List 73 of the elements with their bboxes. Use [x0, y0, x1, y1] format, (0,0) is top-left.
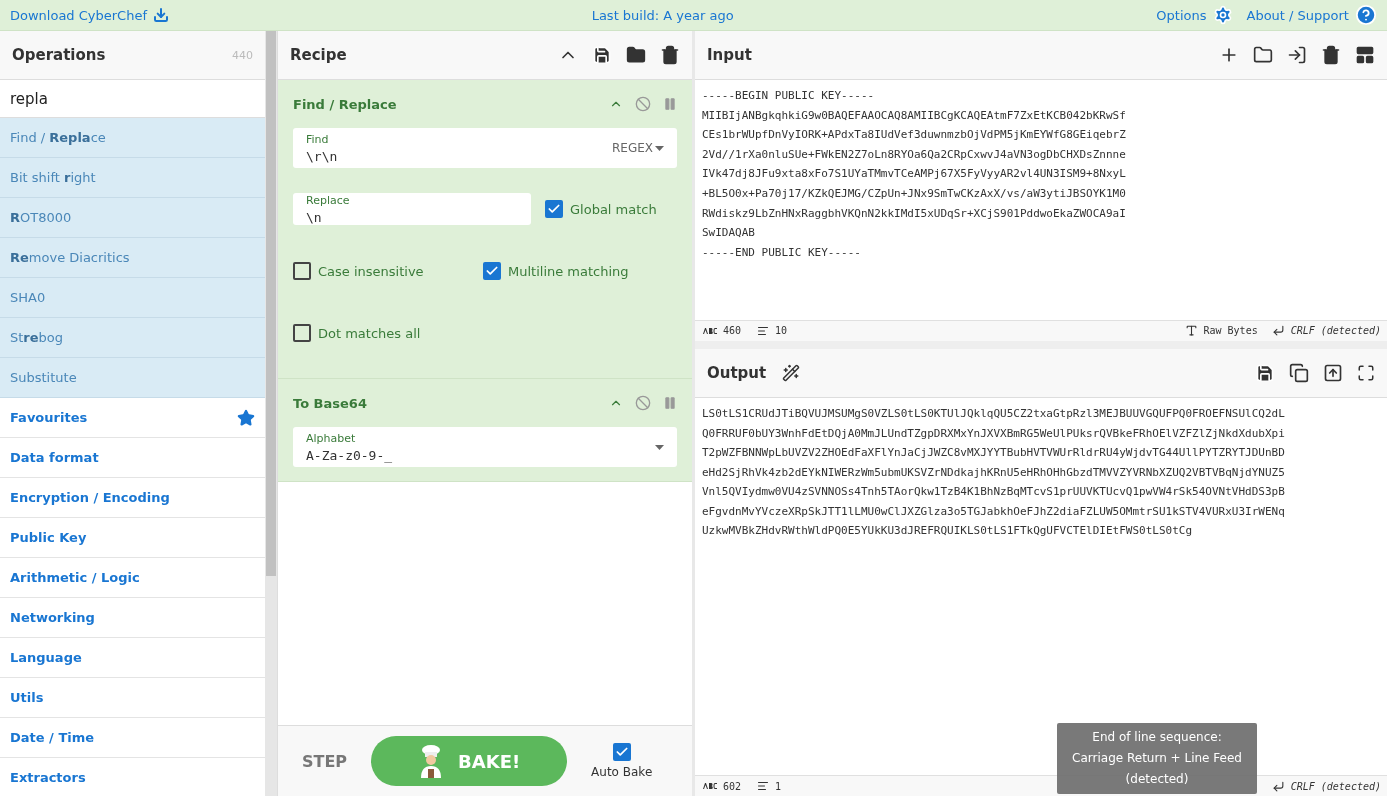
checkbox[interactable]	[612, 743, 631, 761]
category-item[interactable]: Favourites	[0, 398, 265, 438]
save-icon[interactable]	[1255, 362, 1275, 383]
layout-icon[interactable]	[1355, 45, 1375, 65]
save-icon[interactable]	[592, 45, 612, 65]
operation-item[interactable]: Remove Diacritics	[0, 238, 265, 278]
find-field[interactable]: Find \r\n REGEX	[293, 128, 677, 168]
option-label: Case insensitive	[318, 263, 424, 279]
input-text[interactable]: -----BEGIN PUBLIC KEY----- MIIBIjANBgkqhkiG9w0BAQEFAAOCAQ8AMIIBCgKCAQEAtmF7ZxEtKCB042bKRwSf CEs1brWUpfDnVyIORK+APdxTa8IUdVef3duwnmzbOjVdPM5jKmEYWfG8GEiqebrZ 2Vd//1rXa0nluSUe+FWkEN2Z7oLn8RYOa6Qa2CRpCxwvJ4aVN3ogDbCHXDsZnnne IVk47dj8JFu9xta8xFo7S1UYaTMmvTCeAMPj67X5FyVyyAR2vl4UN3ISM9+8NxyL +BL5O0x+Pa70j17/KZkQEJMG/CZpUn+JNx9SmTwCKzAxX/vs/aW3ytiJBSOYK1M0 RWdiskz9LbZnHNxRaggbhVKQnN2kkIMdI5xUDqSr+XCjS901PddwoEkaZWOCA9aI SwIDAQAB -----END PUBLIC KEY-----	[695, 80, 1387, 320]
maximize-icon[interactable]	[1357, 363, 1375, 382]
copy-icon[interactable]	[1289, 362, 1309, 383]
replace-field[interactable]: Replace \n	[293, 193, 531, 225]
panel-title: Output	[707, 363, 767, 382]
download-icon	[153, 7, 169, 23]
alphabet-dropdown[interactable]: Alphabet A-Za-z0-9-_	[293, 427, 677, 467]
mode-dropdown[interactable]: REGEX	[611, 141, 664, 155]
check-icon	[547, 202, 561, 216]
check-icon	[485, 264, 499, 278]
option-label: Dot matches all	[318, 325, 421, 341]
caret-icon	[655, 444, 664, 450]
line-count: 1	[775, 780, 782, 792]
import-icon[interactable]	[1287, 45, 1307, 65]
operation-item[interactable]: ROT8000	[0, 198, 265, 238]
eol-label[interactable]: CRLF (detected)	[1290, 780, 1381, 792]
characters-icon	[703, 327, 717, 334]
download-link[interactable]: Download CyberChef	[10, 7, 169, 23]
checkbox[interactable]	[293, 324, 311, 342]
eol-label[interactable]: CRLF (detected)	[1290, 325, 1381, 337]
checkbox[interactable]	[545, 200, 563, 218]
trash-icon[interactable]	[660, 45, 680, 65]
operation-count: 440	[232, 48, 253, 62]
operation-title: Find / Replace	[293, 96, 397, 112]
settings-icon	[1212, 5, 1233, 25]
checkbox[interactable]	[483, 262, 501, 280]
return-icon	[1271, 324, 1285, 338]
option-label: Multiline matching	[508, 263, 629, 279]
operation-item[interactable]: Substitute	[0, 358, 265, 398]
return-icon	[1271, 779, 1285, 793]
checkbox[interactable]	[293, 262, 311, 280]
lines-icon	[757, 780, 770, 792]
panel-title: Operations	[12, 46, 106, 64]
help-icon	[1355, 4, 1377, 26]
character-count: 602	[723, 780, 742, 792]
operation-item[interactable]: Find / Replace	[0, 118, 265, 158]
encoding-label[interactable]: Raw Bytes	[1203, 325, 1258, 337]
auto-bake-label: Auto Bake	[591, 765, 653, 779]
about-link[interactable]: About / Support	[1246, 4, 1377, 26]
trash-icon[interactable]	[1321, 45, 1341, 65]
option-label: Global match	[570, 201, 657, 217]
star-icon	[237, 408, 255, 427]
build-info: Last build: A year ago	[591, 7, 734, 23]
lines-icon	[757, 324, 770, 337]
folder-icon[interactable]	[626, 45, 646, 65]
panel-title: Input	[707, 46, 752, 64]
character-count: 460	[723, 325, 742, 337]
operation-item[interactable]: Strebog	[0, 318, 265, 358]
check-icon	[614, 745, 629, 759]
step-button[interactable]: STEP	[302, 751, 348, 771]
magic-wand-icon[interactable]	[782, 363, 801, 382]
upload-icon[interactable]	[1323, 362, 1343, 383]
line-count: 10	[775, 325, 788, 337]
characters-icon	[703, 783, 717, 789]
caret-icon	[655, 145, 664, 151]
bake-button[interactable]: BAKE!	[371, 736, 568, 786]
tooltip: End of line sequence: Carriage Return + Line Feed (detected)	[1057, 723, 1257, 794]
panel-title: Recipe	[290, 46, 347, 64]
output-text: LS0tLS1CRUdJTiBQVUJMSUMgS0VZLS0tLS0KTUlJQklqQU5CZ2txaGtpRzl3MEJBUUVGQUFPQ0FROEFNSUlCQ2dL Q0FRRUF0bUY3WnhFdEtDQjA0MmJLUndTZgpDRXMxYnJXVXBmRG5WeUlPUksrQVBkeFRhOElVZFZlZjNkdXdubXpi T2pWZFBNNWpLbUVZV2ZHOEdFaXFlYnJaCjJWZC8vMXJYYTBubHVTVWUrRldrRU4yWjdvTG44UllPYTZRYTJDUnBD eHd2SjRhVk4zb2dEYkNIWERzWm5ubmUKSVZrNDdkajhKRnU5eHRhOHhGbzdTMVVZYVRNbXZUQ2VBTVBqNjdYNUZ5 Vnl5QVIydmw0VU4zSVNNOSs4Tnh5TAorQkw1TzB4K1BhNzBqMTcvS1prUUVKTUcvQ1pwVW4rSk54OVNtVHdDS3pB eFgvdnMvYVczeXRpSkJTT1lLMU0wClJXZGlza3o5TGJabkhOeFJhZ2diaFZLUW5OMmtrSU1kSTV4VURxU3IrWENq UzkwMVBkZHdvRWthWldPQ0E5YUkKU3dJREFRQUIKLS0tLS1FTkQgUFVCTElDIEtFWS0tLS0tCg	[701, 405, 1286, 540]
operation-item[interactable]: Bit shift right	[0, 158, 265, 198]
folder-icon[interactable]	[1253, 45, 1273, 65]
operation-item[interactable]: SHA0	[0, 278, 265, 318]
operation-title: To Base64	[293, 395, 367, 411]
options-link[interactable]: Options	[1156, 5, 1233, 25]
text-size-icon	[1184, 324, 1198, 338]
